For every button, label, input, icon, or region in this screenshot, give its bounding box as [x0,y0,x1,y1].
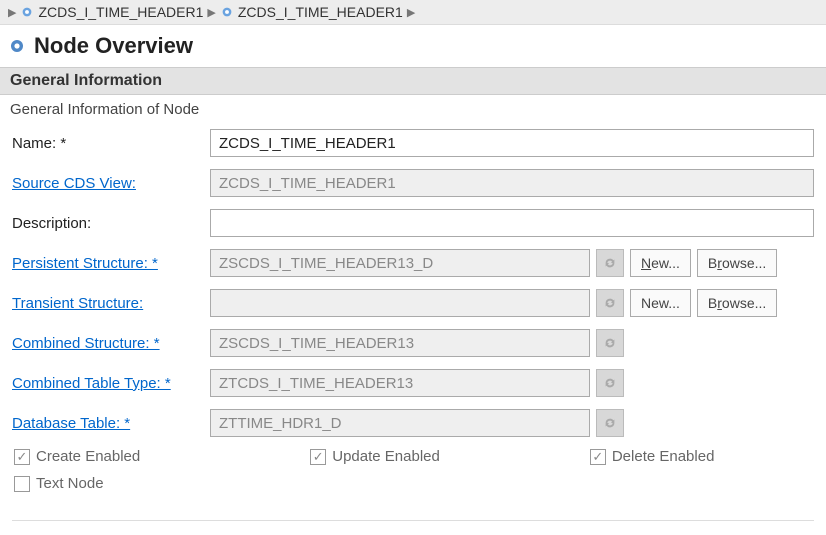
label-source-cds-view[interactable]: Source CDS View: [12,175,202,192]
description-input[interactable] [210,209,814,237]
checkbox-icon [14,476,30,492]
refresh-icon [596,369,624,397]
label-name: Name: * [12,135,202,152]
source-cds-view-input [210,169,814,197]
transient-structure-input [210,289,590,317]
row-combined-table-type: Combined Table Type: * [12,368,814,398]
label-database-table[interactable]: Database Table: * [12,415,202,432]
persistent-structure-input [210,249,590,277]
row-source-cds-view: Source CDS View: [12,168,814,198]
checkboxes-row: ✓ Create Enabled ✓ Update Enabled ✓ Dele… [12,448,814,465]
form: Name: * Source CDS View: Description: Pe… [0,128,826,514]
chevron-right-icon: ▶ [407,6,415,19]
section-desc: General Information of Node [0,95,826,128]
create-enabled-label: Create Enabled [36,448,140,465]
delete-enabled-checkbox[interactable]: ✓ Delete Enabled [590,448,715,465]
page-title-row: Node Overview [0,25,826,67]
text-node-checkbox[interactable]: Text Node [14,475,104,492]
row-combined-structure: Combined Structure: * [12,328,814,358]
breadcrumb-item[interactable]: ZCDS_I_TIME_HEADER1 [38,4,203,20]
refresh-icon [596,249,624,277]
database-table-input [210,409,590,437]
row-database-table: Database Table: * [12,408,814,438]
row-persistent-structure: Persistent Structure: * New... Browse... [12,248,814,278]
combined-table-type-input [210,369,590,397]
row-transient-structure: Transient Structure: New... Browse... [12,288,814,318]
row-description: Description: [12,208,814,238]
browse-button[interactable]: Browse... [697,249,777,277]
name-input[interactable] [210,129,814,157]
create-enabled-checkbox[interactable]: ✓ Create Enabled [14,448,140,465]
label-transient-structure[interactable]: Transient Structure: [12,295,202,312]
section-header: General Information [0,67,826,95]
label-description: Description: [12,215,202,232]
node-icon [8,37,26,55]
node-icon [220,5,234,19]
refresh-icon [596,409,624,437]
label-persistent-structure[interactable]: Persistent Structure: * [12,255,202,272]
checkbox-icon: ✓ [310,449,326,465]
page-title: Node Overview [34,33,193,59]
delete-enabled-label: Delete Enabled [612,448,715,465]
row-name: Name: * [12,128,814,158]
update-enabled-checkbox[interactable]: ✓ Update Enabled [310,448,440,465]
text-node-label: Text Node [36,475,104,492]
breadcrumb-item[interactable]: ZCDS_I_TIME_HEADER1 [238,4,403,20]
node-icon [20,5,34,19]
divider [12,520,814,521]
label-combined-table-type[interactable]: Combined Table Type: * [12,375,202,392]
label-combined-structure[interactable]: Combined Structure: * [12,335,202,352]
chevron-right-icon: ▶ [8,6,16,19]
refresh-icon [596,329,624,357]
checkbox-icon: ✓ [14,449,30,465]
update-enabled-label: Update Enabled [332,448,440,465]
new-button[interactable]: New... [630,249,691,277]
browse-button[interactable]: Browse... [697,289,777,317]
new-button[interactable]: New... [630,289,691,317]
combined-structure-input [210,329,590,357]
chevron-right-icon: ▶ [207,6,215,19]
checkboxes-row-2: Text Node [12,475,814,492]
breadcrumb: ▶ ZCDS_I_TIME_HEADER1 ▶ ZCDS_I_TIME_HEAD… [0,0,826,25]
refresh-icon [596,289,624,317]
checkbox-icon: ✓ [590,449,606,465]
